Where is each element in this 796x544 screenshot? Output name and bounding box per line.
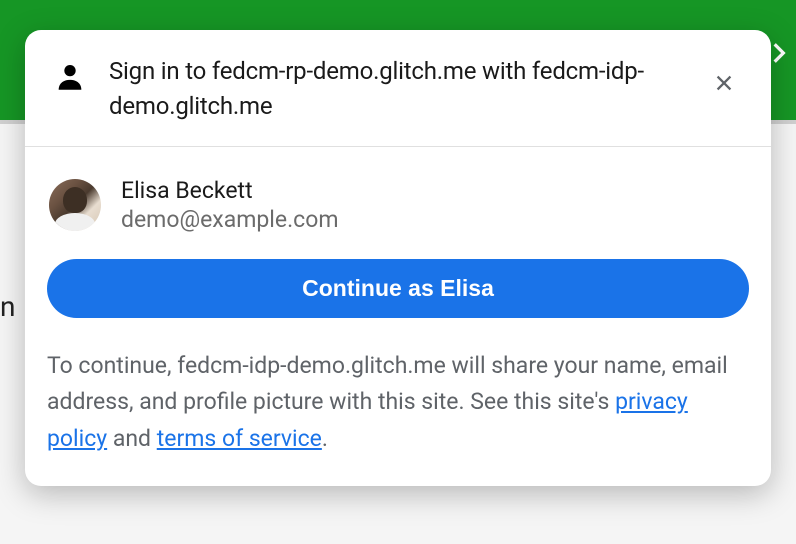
account-email: demo@example.com (121, 206, 339, 233)
terms-of-service-link[interactable]: terms of service (157, 425, 322, 452)
disclosure-text: To continue, fedcm-idp-demo.glitch.me wi… (47, 348, 749, 458)
continue-button[interactable]: Continue as Elisa (47, 259, 749, 318)
disclosure-middle: and (107, 425, 157, 452)
close-button[interactable] (705, 64, 743, 102)
fedcm-signin-dialog: Sign in to fedcm-rp-demo.glitch.me with … (25, 30, 771, 486)
account-info: Elisa Beckett demo@example.com (121, 177, 339, 233)
dialog-title: Sign in to fedcm-rp-demo.glitch.me with … (109, 54, 683, 124)
background-text-fragment: n (0, 290, 15, 323)
disclosure-suffix: . (322, 425, 328, 452)
account-name: Elisa Beckett (121, 177, 339, 204)
account-row[interactable]: Elisa Beckett demo@example.com (47, 177, 749, 259)
dialog-body: Elisa Beckett demo@example.com Continue … (25, 147, 771, 486)
person-icon (53, 60, 87, 94)
dialog-header: Sign in to fedcm-rp-demo.glitch.me with … (25, 30, 771, 147)
avatar (49, 179, 101, 231)
